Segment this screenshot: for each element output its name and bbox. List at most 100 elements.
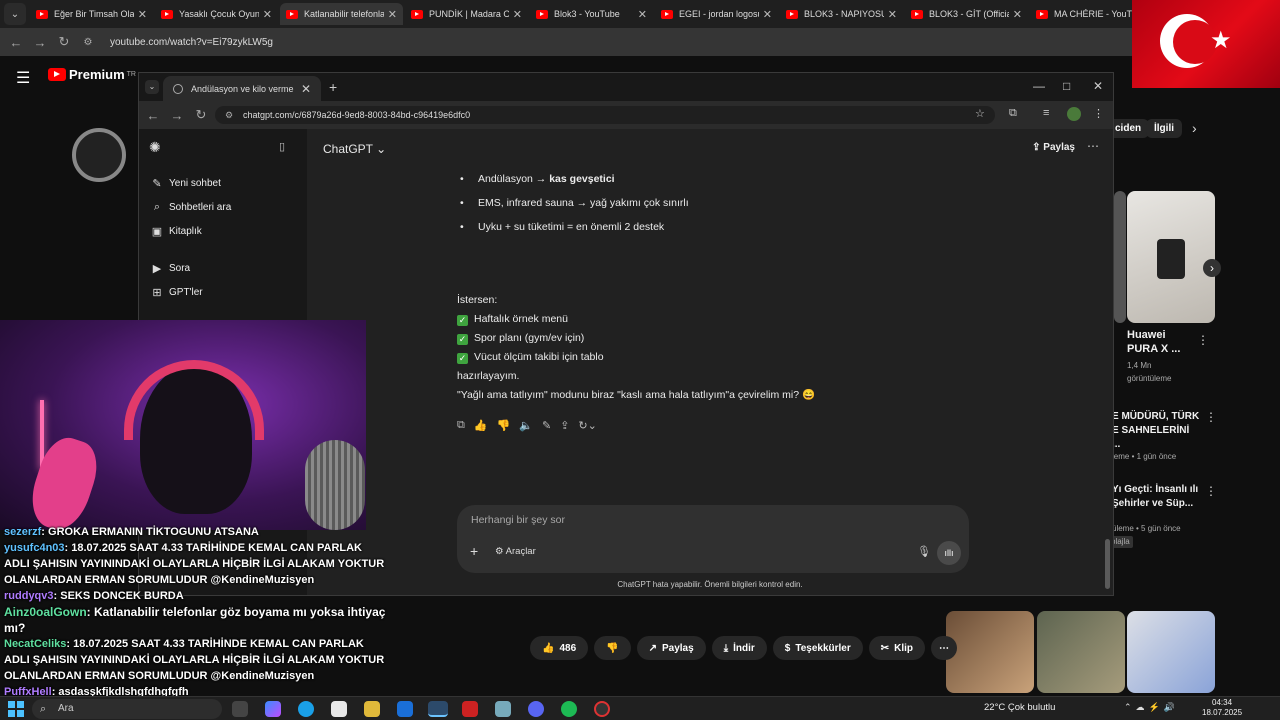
video-thumbnail[interactable] bbox=[1114, 191, 1126, 323]
forward-icon[interactable]: → bbox=[165, 108, 189, 123]
youtube-premium-logo[interactable]: Premium TR bbox=[48, 67, 136, 82]
clip-button[interactable]: ✂ Klip bbox=[868, 636, 926, 660]
media-icon[interactable]: ≡ bbox=[1043, 107, 1049, 119]
video-thumbnail[interactable] bbox=[1037, 611, 1125, 693]
video-title[interactable]: Huawei PURA X ... bbox=[1127, 328, 1187, 356]
outer-tab-2[interactable]: Yasaklı Çocuk Oyuncakları✕ bbox=[155, 3, 278, 25]
video-thumbnail[interactable] bbox=[946, 611, 1034, 693]
outer-tab-1[interactable]: Eğer Bir Timsah Olarak✕ bbox=[30, 3, 153, 25]
video-thumbnail[interactable] bbox=[1127, 611, 1215, 693]
system-tray[interactable]: ⌃☁⚡🔊 bbox=[1124, 702, 1179, 713]
outer-tab-5[interactable]: Blok3 - YouTube ✕ bbox=[530, 3, 653, 25]
edge-icon[interactable] bbox=[298, 701, 314, 717]
tab-search-button[interactable]: ⌄ bbox=[145, 80, 159, 94]
outer-url[interactable]: youtube.com/watch?v=Ei79zykLW5g bbox=[110, 37, 273, 48]
video-title[interactable]: E MÜDÜRÜ, TÜRK E SAHNELERİNİ ... bbox=[1112, 410, 1200, 452]
browser-menu-icon[interactable]: ⋮ bbox=[1093, 107, 1104, 120]
forward-icon[interactable]: → bbox=[28, 35, 52, 50]
read-aloud-icon[interactable]: 🔈 bbox=[519, 419, 533, 432]
more-options-icon[interactable]: ⋯ bbox=[1087, 139, 1099, 153]
app-icon[interactable] bbox=[495, 701, 511, 717]
media-app-icon[interactable] bbox=[462, 701, 478, 717]
chrome-icon[interactable] bbox=[428, 701, 448, 717]
outer-tab-6[interactable]: EGEI - jordan logosu ✕ bbox=[655, 3, 778, 25]
share-chat-button[interactable]: ⇪ Paylaş bbox=[1032, 142, 1075, 153]
message-composer[interactable]: Herhangi bir şey sor + ⚙ Araçlar 🎙 ıllı bbox=[457, 505, 969, 573]
start-windows-icon[interactable] bbox=[8, 701, 24, 717]
next-arrow-icon[interactable]: › bbox=[1203, 259, 1221, 277]
extensions-icon[interactable]: ⧉ bbox=[1009, 107, 1017, 120]
close-icon[interactable]: ✕ bbox=[301, 82, 311, 96]
thumbs-up-icon[interactable]: 👍 bbox=[474, 419, 488, 432]
voice-mode-icon[interactable]: ıllı bbox=[937, 541, 961, 565]
chatgpt-url-field[interactable]: ⚙ chatgpt.com/c/6879a26d-9ed8-8003-84bd-c… bbox=[215, 106, 995, 124]
close-icon[interactable]: ✕ bbox=[263, 8, 272, 21]
sidebar-item-sora[interactable]: ▶ Sora bbox=[151, 262, 190, 275]
store-icon[interactable] bbox=[331, 701, 347, 717]
obs-icon[interactable] bbox=[594, 701, 610, 717]
copy-icon[interactable]: ⧉ bbox=[457, 419, 465, 432]
more-vert-icon[interactable]: ⋮ bbox=[1205, 484, 1217, 498]
clock[interactable]: 04:34 18.07.2025 bbox=[1202, 698, 1242, 718]
file-explorer-icon[interactable] bbox=[364, 701, 380, 717]
sidebar-toggle-icon[interactable]: ▯ bbox=[279, 140, 285, 153]
close-icon[interactable]: ✕ bbox=[138, 8, 147, 21]
thumbs-down-icon[interactable]: 👎 bbox=[497, 419, 511, 432]
more-actions-button[interactable]: ⋯ bbox=[931, 636, 958, 660]
close-icon[interactable]: ✕ bbox=[763, 8, 772, 21]
chevron-right-icon[interactable]: › bbox=[1192, 120, 1197, 136]
message-input[interactable]: Herhangi bir şey sor bbox=[471, 514, 565, 526]
maximize-icon[interactable]: □ bbox=[1063, 79, 1070, 93]
model-selector[interactable]: ChatGPT ⌄ bbox=[323, 142, 386, 156]
window-close-icon[interactable]: ✕ bbox=[1093, 79, 1103, 93]
weather-widget[interactable]: 22°C Çok bulutlu bbox=[984, 702, 1055, 713]
share-icon[interactable]: ⇪ bbox=[560, 419, 569, 432]
sidebar-item-search[interactable]: ⌕ Sohbetleri ara bbox=[151, 201, 231, 214]
spotify-icon[interactable] bbox=[561, 701, 577, 717]
tab-search-menu-button[interactable]: ⌄ bbox=[4, 3, 26, 25]
share-button[interactable]: ↗ Paylaş bbox=[636, 636, 706, 660]
microphone-icon[interactable]: 🎙 bbox=[917, 545, 931, 558]
close-icon[interactable]: ✕ bbox=[513, 8, 522, 21]
edit-canvas-icon[interactable]: ✎ bbox=[542, 419, 551, 432]
copilot-icon[interactable] bbox=[265, 701, 281, 717]
channel-avatar[interactable] bbox=[72, 128, 126, 182]
close-icon[interactable]: ✕ bbox=[1013, 8, 1022, 21]
back-icon[interactable]: ← bbox=[4, 35, 28, 50]
tools-button[interactable]: ⚙ Araçlar bbox=[495, 546, 536, 557]
taskbar-search[interactable]: ⌕ Ara bbox=[32, 699, 222, 719]
close-icon[interactable]: ✕ bbox=[638, 8, 647, 21]
outer-tab-7[interactable]: BLOK3 - NAPIYOSUN✕ bbox=[780, 3, 903, 25]
filter-chip-related[interactable]: İlgili bbox=[1146, 119, 1182, 138]
bookmark-star-icon[interactable]: ☆ bbox=[975, 107, 985, 120]
chatgpt-tab[interactable]: Andülasyon ve kilo verme ✕ bbox=[163, 76, 321, 101]
more-vert-icon[interactable]: ⋮ bbox=[1205, 410, 1217, 424]
sidebar-item-new-chat[interactable]: ✎ Yeni sohbet bbox=[151, 177, 221, 190]
video-thumbnail-huawei[interactable] bbox=[1127, 191, 1215, 323]
sidebar-item-gpts[interactable]: ⊞ GPT'ler bbox=[151, 286, 202, 299]
download-button[interactable]: ⤓ İndir bbox=[711, 636, 767, 660]
sidebar-item-library[interactable]: ▣ Kitaplık bbox=[151, 225, 202, 238]
reload-icon[interactable]: ↻ bbox=[189, 107, 213, 123]
discord-icon[interactable] bbox=[528, 701, 544, 717]
outlook-icon[interactable] bbox=[397, 701, 413, 717]
back-icon[interactable]: ← bbox=[141, 108, 165, 123]
reload-icon[interactable]: ↻ bbox=[52, 34, 76, 50]
profile-avatar[interactable] bbox=[1067, 107, 1081, 121]
hamburger-menu-icon[interactable]: ☰ bbox=[16, 68, 30, 88]
task-view-icon[interactable] bbox=[232, 701, 248, 717]
outer-tab-8[interactable]: BLOK3 - GİT (Official ✕ bbox=[905, 3, 1028, 25]
outer-tab-3-active[interactable]: Katlanabilir telefonlar ✕ bbox=[280, 3, 403, 25]
like-button[interactable]: 👍 486 bbox=[530, 636, 589, 660]
new-tab-plus-icon[interactable]: + bbox=[329, 79, 337, 95]
site-info-icon[interactable]: ⚙ bbox=[76, 37, 100, 48]
scrollbar[interactable] bbox=[1105, 539, 1110, 589]
video-title[interactable]: Yı Geçti: İnsanlı ılı Şehirler ve Süp... bbox=[1112, 483, 1204, 511]
more-vert-icon[interactable]: ⋮ bbox=[1197, 333, 1209, 347]
dislike-button[interactable]: 👎 bbox=[594, 636, 631, 660]
add-attachment-icon[interactable]: + bbox=[470, 543, 478, 559]
thanks-button[interactable]: $ Teşekkürler bbox=[772, 636, 863, 660]
regenerate-icon[interactable]: ↻⌄ bbox=[578, 419, 596, 432]
close-icon[interactable]: ✕ bbox=[388, 8, 397, 21]
outer-tab-4[interactable]: PUNDİK | Madara Olur✕ bbox=[405, 3, 528, 25]
